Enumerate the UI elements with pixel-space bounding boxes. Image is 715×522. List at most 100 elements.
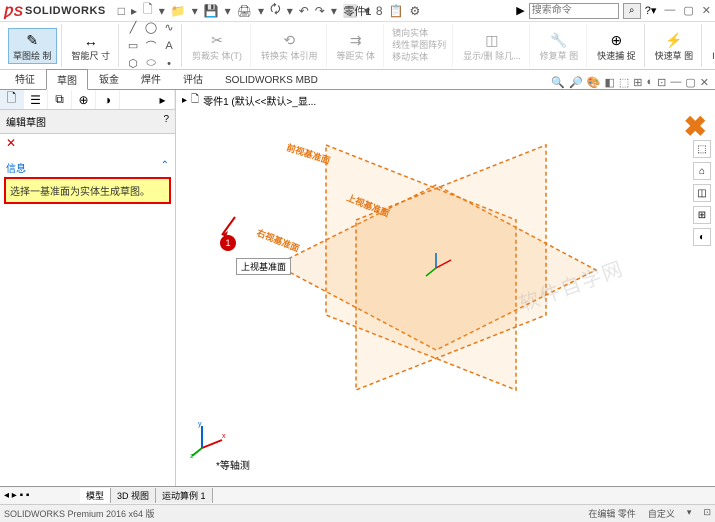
- view-tool-icon[interactable]: 🎨: [587, 76, 601, 89]
- btab-motion[interactable]: 运动算例 1: [156, 488, 213, 503]
- qat-redo-icon[interactable]: ↷: [315, 4, 325, 18]
- status-edit-mode: 在编辑 零件: [588, 507, 636, 520]
- front-plane-label: 前视基准面: [285, 141, 331, 165]
- status-unit-icon[interactable]: ▾: [687, 507, 692, 520]
- qat-open-icon[interactable]: 📁: [171, 4, 186, 18]
- view-cube-icon[interactable]: ⬚: [693, 140, 711, 158]
- repair-sketch-button[interactable]: 🔧 修复草 图: [536, 29, 583, 63]
- view-tool-icon[interactable]: 🔍: [551, 76, 565, 89]
- info-box: 信息 ⌃ 选择一基准面为实体生成草图。: [4, 158, 171, 204]
- view-tool-icon[interactable]: ⊞: [633, 76, 642, 89]
- confirm-sketch-cancel-icon[interactable]: ✖: [684, 110, 707, 143]
- graphics-viewport[interactable]: ▸ 🗋 零件1 (默认<<默认>_显... 前视基准面 上视基准面 右视基准面 …: [176, 90, 715, 486]
- pm-cancel-button[interactable]: ✕: [0, 134, 175, 152]
- status-custom[interactable]: 自定义: [648, 507, 675, 520]
- tab-evaluate[interactable]: 评估: [172, 68, 214, 89]
- sketch-button[interactable]: ✎ 草图绘 制: [8, 28, 57, 64]
- view-tool-icon[interactable]: ◧: [604, 76, 614, 89]
- qat-dropdown-icon[interactable]: ▸: [131, 4, 137, 18]
- text-icon[interactable]: A: [161, 38, 177, 54]
- display-delete-button[interactable]: ◫ 显示/删 除几...: [459, 29, 525, 63]
- command-tabs: 特征 草图 钣金 焊件 评估 SOLIDWORKS MBD 🔍 🔎 🎨 ◧ ⬚ …: [0, 70, 715, 90]
- view-orientation-label: *等轴测: [216, 457, 250, 472]
- status-icon[interactable]: ⊡: [703, 507, 711, 520]
- quick-snap-button[interactable]: ⊕ 快速捕 捉: [593, 29, 640, 63]
- doc-close-icon[interactable]: ✕: [700, 76, 709, 89]
- move-entity-button[interactable]: 移动实体: [390, 52, 430, 63]
- qat-print-icon[interactable]: 🖨: [237, 4, 252, 18]
- help-icon[interactable]: ?▾: [645, 4, 657, 17]
- search-toggle-icon[interactable]: ▶: [516, 4, 524, 17]
- tab-weldments[interactable]: 焊件: [130, 68, 172, 89]
- qat-new-icon[interactable]: □: [118, 4, 125, 18]
- trim-button[interactable]: ✂ 剪裁实 体(T): [188, 29, 246, 63]
- tree-tab-feature[interactable]: 🗋: [0, 90, 24, 109]
- qat-dropdown-icon[interactable]: ▾: [287, 4, 293, 18]
- maximize-icon[interactable]: ▢: [683, 4, 693, 17]
- convert-button[interactable]: ⟲ 转换实 体引用: [257, 29, 322, 63]
- qat-dropdown-icon[interactable]: ▾: [258, 4, 264, 18]
- smart-dimension-button[interactable]: ↔ 智能尺 寸: [68, 29, 115, 63]
- btab-3dview[interactable]: 3D 视图: [111, 488, 156, 503]
- tree-tab-dimxpert[interactable]: ⊕: [72, 90, 96, 109]
- collapse-icon[interactable]: ⌃: [161, 160, 169, 171]
- view-tool-icon[interactable]: 🔎: [569, 76, 583, 89]
- svg-text:x: x: [222, 433, 226, 440]
- minimize-icon[interactable]: —: [664, 4, 675, 17]
- home-icon[interactable]: ⌂: [693, 162, 711, 180]
- offset-icon: ⇉: [346, 31, 366, 51]
- convert-icon: ⟲: [279, 31, 299, 51]
- instant2d-button[interactable]: ↕ Instant2D: [708, 29, 715, 63]
- search-input[interactable]: [529, 3, 619, 19]
- qat-dropdown-icon[interactable]: ▾: [331, 4, 337, 18]
- view-icon[interactable]: ◐: [693, 228, 711, 246]
- tree-tab-display[interactable]: ◑: [96, 90, 120, 109]
- qat-dropdown-icon[interactable]: ▾: [192, 4, 198, 18]
- tab-sketch[interactable]: 草图: [46, 69, 88, 90]
- btab-model[interactable]: 模型: [80, 488, 111, 503]
- tree-tab-config[interactable]: ⧉: [48, 90, 72, 109]
- qat-dropdown-icon[interactable]: ▾: [225, 4, 231, 18]
- linear-pattern-button[interactable]: 线性草图阵列: [390, 40, 448, 51]
- qat-undo-icon[interactable]: ↶: [299, 4, 309, 18]
- tree-expand-icon[interactable]: ▸: [151, 90, 175, 109]
- view-icon[interactable]: ◫: [693, 184, 711, 202]
- qat-dropdown-icon[interactable]: ▾: [159, 4, 165, 18]
- tab-mbd[interactable]: SOLIDWORKS MBD: [214, 72, 329, 89]
- property-manager-header: 编辑草图 ?: [0, 110, 175, 134]
- offset-button[interactable]: ⇉ 等距实 体: [333, 29, 380, 63]
- arc-icon[interactable]: ⌒: [143, 38, 159, 54]
- pm-title: 编辑草图: [6, 114, 46, 129]
- view-tool-icon[interactable]: ◐: [647, 76, 654, 89]
- qat-options-icon[interactable]: 📋: [389, 4, 404, 18]
- quick-access-toolbar: □ ▸ 🗋 ▾ 📁 ▾ 💾 ▾ 🖨 ▾ 🗘 ▾ ↶ ↷ ▾ ⬜ ▾ 8 📋 ⚙: [118, 0, 421, 21]
- help-icon[interactable]: ?: [163, 114, 169, 129]
- viewport-toolbar: 🔍 🔎 🎨 ◧ ⬚ ⊞ ◐ ⊡ — ▢ ✕: [551, 76, 715, 89]
- qat-rebuild-icon[interactable]: 🗘: [270, 0, 281, 21]
- rapid-sketch-button[interactable]: ⚡ 快速草 图: [651, 29, 698, 63]
- mirror-button[interactable]: 镜向实体: [390, 28, 430, 39]
- doc-minimize-icon[interactable]: —: [670, 76, 681, 89]
- view-tool-icon[interactable]: ⊡: [657, 76, 666, 89]
- doc-maximize-icon[interactable]: ▢: [685, 76, 695, 89]
- qat-settings-icon[interactable]: ⚙: [410, 4, 421, 18]
- view-icon[interactable]: ⊞: [693, 206, 711, 224]
- spline-icon[interactable]: ∿: [161, 20, 177, 36]
- search-button[interactable]: ⌕: [623, 3, 641, 19]
- solidworks-logo-icon: ǷS: [4, 3, 23, 19]
- qat-new-doc-icon[interactable]: 🗋: [143, 0, 153, 21]
- close-icon[interactable]: ✕: [702, 4, 711, 17]
- right-plane-label: 右视基准面: [254, 226, 301, 253]
- tab-features[interactable]: 特征: [4, 68, 46, 89]
- tab-sheetmetal[interactable]: 钣金: [88, 68, 130, 89]
- tab-nav-icons[interactable]: ◂ ▸ ▪ ▪: [4, 490, 29, 501]
- line-icon[interactable]: ╱: [125, 20, 141, 36]
- qat-options-icon[interactable]: 8: [376, 4, 383, 18]
- trim-icon: ✂: [207, 31, 227, 51]
- tree-tab-property[interactable]: ☰: [24, 90, 48, 109]
- qat-save-icon[interactable]: 💾: [204, 4, 219, 18]
- reference-planes: 前视基准面 上视基准面 右视基准面: [176, 90, 715, 470]
- rect-icon[interactable]: ▭: [125, 38, 141, 54]
- view-tool-icon[interactable]: ⬚: [619, 76, 629, 89]
- circle-icon[interactable]: ◯: [143, 20, 159, 36]
